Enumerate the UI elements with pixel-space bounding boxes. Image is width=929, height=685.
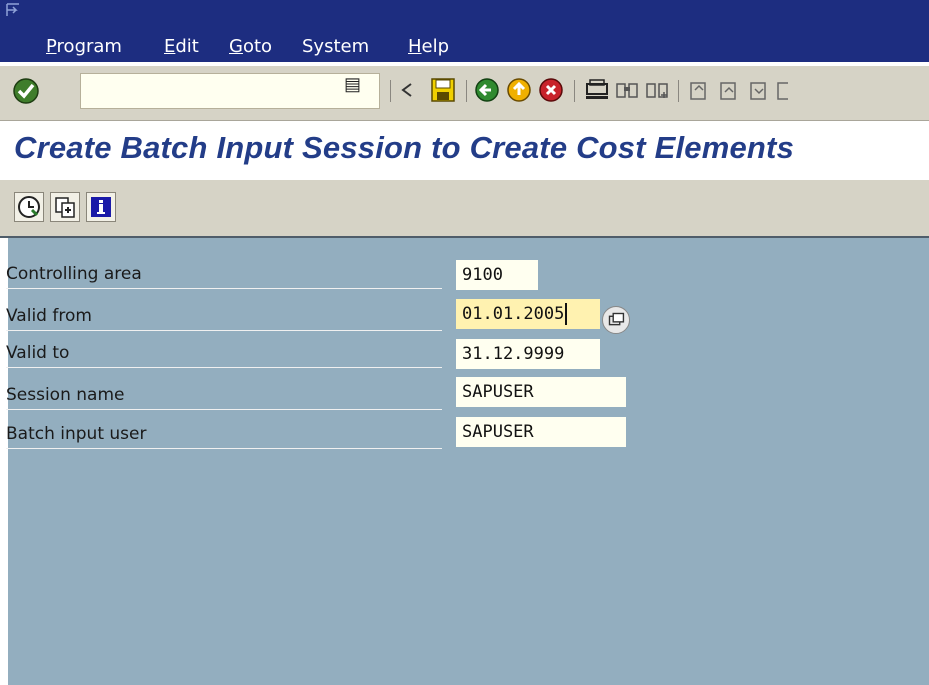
valid-to-field[interactable]: 31.12.9999 bbox=[456, 339, 600, 369]
previous-page-icon[interactable] bbox=[716, 76, 742, 104]
find-next-icon[interactable] bbox=[644, 76, 670, 104]
last-page-icon[interactable] bbox=[776, 76, 788, 104]
program-documentation-button[interactable] bbox=[86, 192, 116, 222]
text-cursor bbox=[565, 303, 568, 325]
menu-program[interactable]: Program bbox=[46, 36, 122, 57]
back-icon[interactable] bbox=[474, 76, 500, 104]
application-toolbar bbox=[0, 180, 929, 238]
command-history-icon[interactable]: ▤ bbox=[344, 74, 361, 95]
info-icon bbox=[91, 197, 111, 217]
valid-from-field[interactable]: 01.01.2005 bbox=[456, 299, 600, 329]
next-page-icon[interactable] bbox=[746, 76, 772, 104]
toolbar-separator bbox=[466, 80, 467, 102]
page-title: Create Batch Input Session to Create Cos… bbox=[14, 130, 795, 165]
standard-toolbar: ▤ bbox=[0, 62, 929, 124]
batch-input-user-field[interactable]: SAPUSER bbox=[456, 417, 626, 447]
menu-bar: Program Edit Goto System Help bbox=[0, 0, 929, 62]
controlling-area-field[interactable]: 9100 bbox=[456, 260, 538, 290]
get-variant-button[interactable] bbox=[50, 192, 80, 222]
menu-edit[interactable]: Edit bbox=[164, 36, 199, 57]
menu-goto[interactable]: Goto bbox=[229, 36, 272, 57]
session-name-field[interactable]: SAPUSER bbox=[456, 377, 626, 407]
clock-execute-icon bbox=[18, 196, 40, 218]
toolbar-separator bbox=[574, 80, 575, 102]
find-icon[interactable] bbox=[614, 76, 640, 104]
menu-system[interactable]: System bbox=[302, 36, 369, 57]
menu-help[interactable]: Help bbox=[408, 36, 449, 57]
cancel-icon[interactable] bbox=[538, 76, 564, 104]
print-icon[interactable] bbox=[584, 76, 610, 104]
valid-to-value: 31.12.9999 bbox=[462, 344, 565, 364]
calendar-help-icon[interactable] bbox=[602, 306, 630, 334]
session-name-label: Session name bbox=[6, 381, 442, 410]
menu-corner-icon[interactable] bbox=[6, 2, 22, 18]
toolbar-separator bbox=[390, 80, 391, 102]
enter-checkmark-icon[interactable] bbox=[12, 77, 40, 105]
batch-input-user-value: SAPUSER bbox=[462, 422, 534, 442]
session-name-value: SAPUSER bbox=[462, 382, 534, 402]
exit-icon[interactable] bbox=[506, 76, 532, 104]
controlling-area-label: Controlling area bbox=[6, 260, 442, 289]
valid-from-value: 01.01.2005 bbox=[462, 304, 565, 324]
toolbar-separator bbox=[678, 80, 679, 102]
save-icon[interactable] bbox=[430, 76, 456, 104]
first-page-icon[interactable] bbox=[686, 76, 712, 104]
valid-to-label: Valid to bbox=[6, 339, 442, 368]
controlling-area-value: 9100 bbox=[462, 265, 503, 285]
collapse-left-icon[interactable] bbox=[398, 76, 416, 104]
command-field[interactable] bbox=[80, 73, 380, 109]
execute-button[interactable] bbox=[14, 192, 44, 222]
batch-input-user-label: Batch input user bbox=[6, 420, 442, 449]
variant-icon bbox=[55, 197, 75, 218]
valid-from-label: Valid from bbox=[6, 302, 442, 331]
